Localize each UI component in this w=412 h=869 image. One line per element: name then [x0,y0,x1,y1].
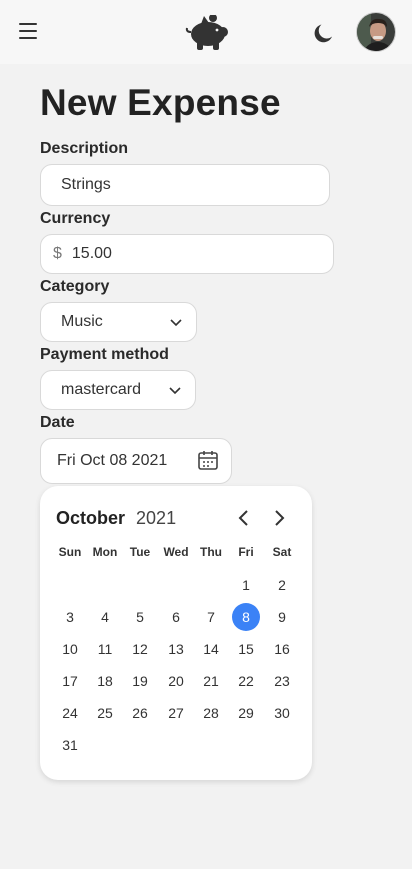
weekday-tue: Tue [129,545,151,559]
payment-method-select[interactable]: mastercard [40,370,196,410]
calendar-day[interactable]: 26 [126,699,154,727]
weekday-sun: Sun [58,545,82,559]
previous-month-icon[interactable] [235,508,253,528]
description-label: Description [40,140,129,157]
description-input[interactable]: Strings [40,164,330,206]
weekday-wed: Wed [163,545,189,559]
calendar-day[interactable]: 23 [268,667,296,695]
hamburger-menu-icon[interactable] [19,23,39,41]
next-month-icon[interactable] [270,508,288,528]
chevron-down-icon [170,319,182,327]
calendar-day[interactable]: 2 [268,571,296,599]
calendar-month: October [56,508,126,528]
currency-input[interactable]: $ 15.00 [40,234,334,274]
weekday-sat: Sat [272,545,292,559]
category-label: Category [40,278,110,295]
calendar-day-selected[interactable]: 8 [232,603,260,631]
currency-label: Currency [40,210,111,227]
calendar-day[interactable]: 21 [197,667,225,695]
calendar-day[interactable]: 14 [197,635,225,663]
chevron-down-icon [169,387,181,395]
calendar-day[interactable]: 25 [91,699,119,727]
currency-value: 15.00 [71,245,112,262]
description-value: Strings [61,176,111,193]
weekday-mon: Mon [92,545,118,559]
calendar-day[interactable]: 7 [197,603,225,631]
payment-method-label: Payment method [40,346,169,363]
calendar-day[interactable]: 16 [268,635,296,663]
calendar-day[interactable]: 29 [232,699,260,727]
calendar-day[interactable]: 17 [56,667,84,695]
calendar-day[interactable]: 1 [232,571,260,599]
calendar-day[interactable]: 5 [126,603,154,631]
date-label: Date [40,414,75,431]
category-value: Music [61,313,103,330]
avatar-image [357,13,395,51]
user-avatar[interactable] [356,12,396,52]
calendar-title: October 2021 [56,508,176,529]
moon-icon[interactable] [312,21,336,45]
weekday-thu: Thu [200,545,222,559]
calendar-day[interactable]: 13 [162,635,190,663]
calendar-day[interactable]: 11 [91,635,119,663]
calendar-year[interactable]: 2021 [136,508,176,528]
calendar-day[interactable]: 15 [232,635,260,663]
calendar-day[interactable]: 9 [268,603,296,631]
piggy-bank-icon[interactable] [184,12,230,52]
payment-method-value: mastercard [61,381,142,398]
calendar-day[interactable]: 24 [56,699,84,727]
calendar-day[interactable]: 12 [126,635,154,663]
date-value: Fri Oct 08 2021 [57,452,168,469]
calendar-day[interactable]: 28 [197,699,225,727]
calendar-day[interactable]: 20 [162,667,190,695]
calendar-day[interactable]: 30 [268,699,296,727]
calendar-day[interactable]: 27 [162,699,190,727]
calendar-day[interactable]: 19 [126,667,154,695]
calendar-day[interactable]: 22 [232,667,260,695]
app-header [0,0,412,64]
calendar-day[interactable]: 6 [162,603,190,631]
date-input[interactable]: Fri Oct 08 2021 [40,438,232,484]
calendar-day[interactable]: 31 [56,731,84,759]
calendar-icon[interactable] [197,449,219,471]
category-select[interactable]: Music [40,302,197,342]
currency-symbol: $ [53,245,62,262]
date-picker-calendar: October 2021 Sun Mon Tue Wed Thu Fri Sat 1 2 3 4 5 6… [40,486,312,780]
calendar-day[interactable]: 4 [91,603,119,631]
weekday-fri: Fri [238,545,254,559]
calendar-day[interactable]: 3 [56,603,84,631]
calendar-day[interactable]: 18 [91,667,119,695]
calendar-day[interactable]: 10 [56,635,84,663]
page-title: New Expense [40,82,281,123]
